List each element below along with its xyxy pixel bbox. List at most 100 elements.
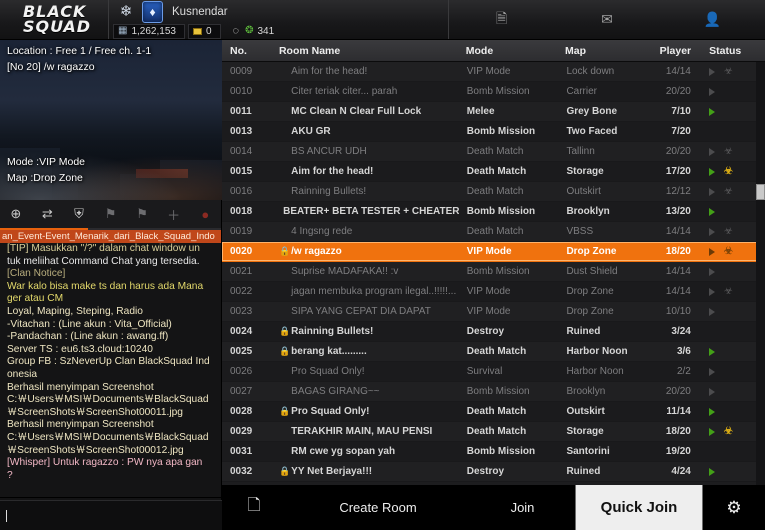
table-row[interactable]: 0025 🔒 berang kat......... Death Match Harbo… <box>222 342 765 362</box>
tab-global[interactable]: ⊕ <box>0 200 32 228</box>
room-mode: Death Match <box>466 426 527 437</box>
join-button[interactable]: Join <box>470 485 575 530</box>
refresh-icon[interactable]: ◌ <box>233 25 240 37</box>
room-map: Drop Zone <box>566 306 614 317</box>
notes-icon[interactable]: 🗎 <box>449 0 554 39</box>
room-name-text: Rainning Bullets! <box>291 326 374 337</box>
room-map: Storage <box>566 426 604 437</box>
room-name: jagan membuka program ilegal..!!!!!... <box>271 286 459 297</box>
table-row[interactable]: 0018 BEATER+ BETA TESTER + CHEATER Bomb Mi… <box>222 202 765 222</box>
room-map: Carrier <box>566 86 597 97</box>
lock-icon: 🔒 <box>279 326 291 336</box>
room-player-count: 20/20 <box>665 386 691 397</box>
room-list-scrollbar[interactable] <box>756 62 765 485</box>
room-name-text: YY Net Berjaya!!! <box>291 466 373 477</box>
top-bar: BLACK SQUAD ❄ ♦ Kusnendar ▦ 1,262,153 0 … <box>0 0 765 40</box>
room-player-count: 17/20 <box>665 166 691 177</box>
chat-input-row[interactable] <box>0 500 222 530</box>
room-no: 0016 <box>230 186 253 197</box>
room-name: Suprise MADAFAKA!! :v <box>271 266 459 277</box>
preview-sign <box>136 169 188 178</box>
scrollbar-thumb[interactable] <box>756 184 765 200</box>
room-name: Aim for the head! <box>271 166 459 177</box>
chat-message: -Pandachan : (Line akun : awang.ff) <box>7 331 169 343</box>
room-player-count: 10/10 <box>665 306 691 317</box>
table-row[interactable]: 0014 BS ANCUR UDH Death Match Tallinn 20/20 ☣ <box>222 142 765 162</box>
tab-add[interactable]: ＋ <box>158 200 190 228</box>
profile-icon[interactable]: 👤 <box>660 0 765 39</box>
chat-message: Server TS : eu6.ts3.cloud:10240 <box>7 343 153 355</box>
table-row[interactable]: 0031 RM cwe yg sopan yah Bomb Mission Santo… <box>222 442 765 462</box>
table-row[interactable]: 0029 TERAKHIR MAIN, MAU PENSI Death Match S… <box>222 422 765 442</box>
room-player-count: 14/14 <box>665 266 691 277</box>
preview-mode-label: Mode :VIP Mode <box>7 156 86 168</box>
tab-clan[interactable]: ⛨ <box>63 200 95 228</box>
settings-button[interactable]: ⚙ <box>703 485 765 530</box>
room-mode: Death Match <box>466 186 524 197</box>
roster-button[interactable]: 🗋 <box>222 485 286 530</box>
table-row[interactable]: 0026 Pro Squad Only! Survival Harbor Noon 2/… <box>222 362 765 382</box>
tab-channel-b[interactable]: ⚑ <box>126 200 158 228</box>
room-mode: Death Match <box>466 146 524 157</box>
column-header-mode: Mode <box>465 44 494 57</box>
mail-icon[interactable]: ✉ <box>554 0 659 39</box>
playing-icon <box>708 247 715 256</box>
table-row[interactable]: 0032 🔒 YY Net Berjaya!!! Destroy Ruined 4/24 <box>222 462 765 482</box>
chat-message: [Whisper] Untuk ragazzo : PW nya apa gan <box>7 457 203 469</box>
room-name-text: RM cwe yg sopan yah <box>291 446 396 457</box>
table-row[interactable]: 0013 AKU GR Bomb Mission Two Faced 7/20 <box>222 122 765 142</box>
table-row[interactable]: 0021 Suprise MADAFAKA!! :v Bomb Mission Dus… <box>222 262 765 282</box>
room-mode: Bomb Mission <box>466 446 536 457</box>
playing-icon <box>708 407 715 416</box>
room-mode: Survival <box>466 366 503 377</box>
table-row[interactable]: 0028 🔒 Pro Squad Only! Death Match Outskirt 1… <box>222 402 765 422</box>
room-mode: Death Match <box>466 406 527 417</box>
tab-channel-a[interactable]: ⚑ <box>95 200 127 228</box>
table-row[interactable]: 0020 🔒/w ragazzo VIP Mode Drop Zone 18/20 ☣ <box>222 242 765 262</box>
lock-icon: 🔒 <box>279 346 291 356</box>
room-no: 0026 <box>230 366 253 377</box>
room-no: 0009 <box>230 66 253 77</box>
table-row[interactable]: 0024 🔒 Rainning Bullets! Destroy Ruined 3/24 <box>222 322 765 342</box>
room-player-count: 19/20 <box>665 446 691 457</box>
room-name-text: 4 Ingsng rede <box>291 226 353 237</box>
room-name: BEATER+ BETA TESTER + CHEATER <box>271 206 459 217</box>
playing-icon <box>708 147 715 156</box>
tab-mute[interactable]: ● <box>189 200 221 228</box>
chat-message: ger atau CM <box>7 293 64 305</box>
playing-icon <box>708 427 715 436</box>
create-room-button[interactable]: Create Room <box>286 485 470 530</box>
chat-input[interactable] <box>7 509 207 522</box>
table-row[interactable]: 0027 BAGAS GIRANG~~ Bomb Mission Brooklyn 20… <box>222 382 765 402</box>
table-row[interactable]: 0016 Rainning Bullets! Death Match Outskirt… <box>222 182 765 202</box>
column-header-name: Room Name <box>278 44 341 57</box>
table-row[interactable]: 0023 SIPA YANG CEPAT DIA DAPAT VIP Mode Dro… <box>222 302 765 322</box>
match-type-icon: ☣ <box>723 65 733 77</box>
roster-icon: 🗋 <box>247 497 261 514</box>
room-no: 0019 <box>230 226 253 237</box>
room-mode: VIP Mode <box>466 286 511 297</box>
playing-icon <box>708 107 715 116</box>
clan-shield-icon[interactable]: ♦ <box>142 0 163 23</box>
room-mode: Destroy <box>466 466 505 477</box>
room-rows: 0009 Aim for the head! VIP Mode Lock down 14… <box>222 62 765 482</box>
table-row[interactable]: 0011 MC Clean N Clear Full Lock Melee Grey … <box>222 102 765 122</box>
room-map: Two Faced <box>566 126 618 137</box>
table-row[interactable]: 0022 jagan membuka program ilegal..!!!!!.… <box>222 282 765 302</box>
column-header-no: No. <box>230 44 247 57</box>
left-panel: Location : Free 1 / Free ch. 1-1 [No 20]… <box>0 40 222 530</box>
room-name: Citer teriak citer... parah <box>271 86 459 97</box>
chat-log[interactable]: an_Event-Event_Menarik_dari_Black_Squad_… <box>0 230 221 498</box>
table-row[interactable]: 0015 Aim for the head! Death Match Storage 1… <box>222 162 765 182</box>
quick-join-button[interactable]: Quick Join <box>575 485 703 530</box>
chat-message: ? <box>7 469 13 481</box>
room-map: Brooklyn <box>566 206 610 217</box>
table-row[interactable]: 0009 Aim for the head! VIP Mode Lock down 14… <box>222 62 765 82</box>
room-no: 0013 <box>230 126 253 137</box>
table-row[interactable]: 0010 Citer teriak citer... parah Bomb Miss… <box>222 82 765 102</box>
room-name-text: Aim for the head! <box>291 166 374 177</box>
tab-switch[interactable]: ⇄ <box>32 200 64 228</box>
room-name-text: BEATER+ BETA TESTER + CHEATER <box>283 206 459 217</box>
playing-icon <box>708 347 715 356</box>
table-row[interactable]: 0019 4 Ingsng rede Death Match VBSS 14/14 ☣ <box>222 222 765 242</box>
